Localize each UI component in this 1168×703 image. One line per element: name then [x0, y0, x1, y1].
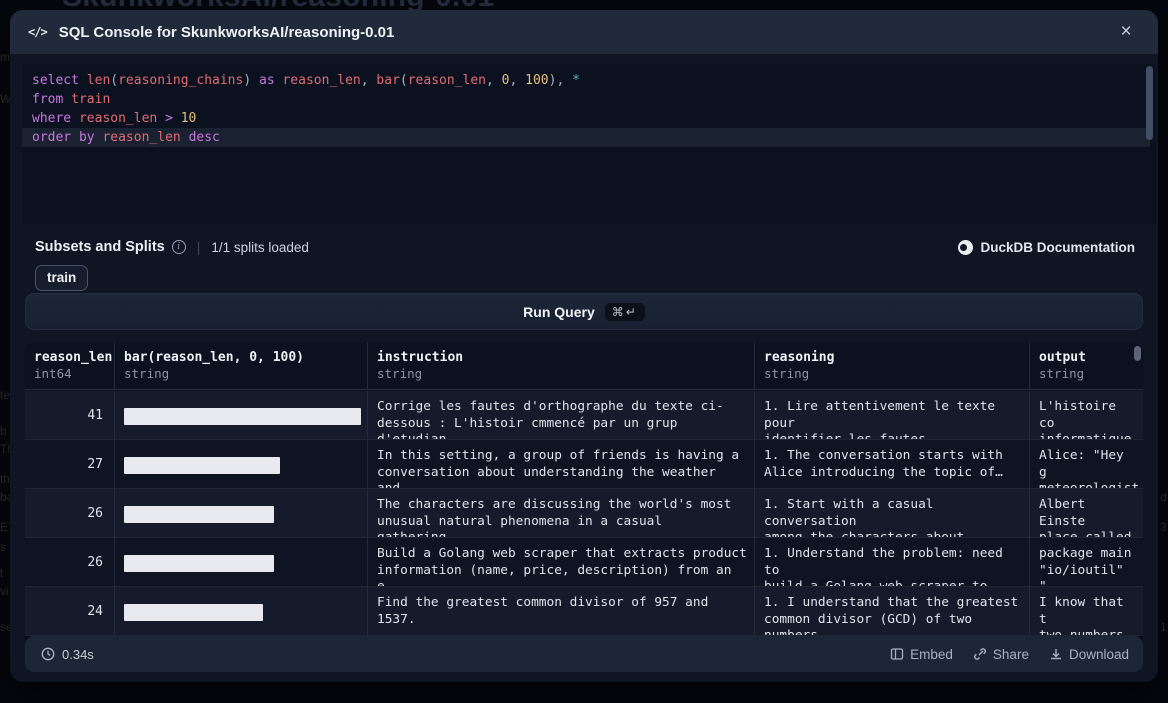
footer-actions: Embed Share Download	[890, 647, 1129, 662]
table-cell: Corrige les fautes d'orthographe du text…	[368, 391, 755, 439]
table-cell: Find the greatest common divisor of 957 …	[368, 587, 755, 635]
sql-console-modal: </> SQL Console for SkunkworksAI/reasoni…	[10, 10, 1158, 682]
background-fragment: b	[0, 424, 7, 438]
modal-title: SQL Console for SkunkworksAI/reasoning-0…	[59, 24, 395, 41]
table-body: 41 Corrige les fautes d'orthographe du te…	[25, 391, 1143, 636]
bar-visualization	[124, 555, 274, 572]
share-icon	[973, 647, 987, 661]
table-vertical-scrollbar[interactable]	[1134, 346, 1141, 390]
table-row: 26 The characters are discussing the worl…	[25, 489, 1143, 538]
clock-icon	[41, 647, 55, 661]
subsets-and-splits-row: Subsets and Splits i | 1/1 splits loaded…	[35, 237, 1135, 257]
results-table: reason_lenint64bar(reason_len, 0, 100)st…	[25, 343, 1143, 647]
background-fragment: d	[1160, 490, 1167, 504]
table-cell: In this setting, a group of friends is h…	[368, 440, 755, 488]
table-row: 24 Find the greatest common divisor of 95…	[25, 587, 1143, 636]
column-header-output: outputstring	[1030, 343, 1142, 389]
table-cell: Build a Golang web scraper that extracts…	[368, 538, 755, 586]
column-header-reason-len: reason_lenint64	[25, 343, 115, 389]
editor-scrollbar[interactable]	[1146, 66, 1153, 218]
table-row: 41 Corrige les fautes d'orthographe du te…	[25, 391, 1143, 440]
table-cell	[115, 391, 368, 439]
table-cell: The characters are discussing the world'…	[368, 489, 755, 537]
column-header-reasoning: reasoningstring	[755, 343, 1030, 389]
column-header-bar-reason-len-0-100-: bar(reason_len, 0, 100)string	[115, 343, 368, 389]
table-cell: 1. Start with a casual conversation amon…	[755, 489, 1030, 537]
background-fragment: 1	[1160, 620, 1167, 634]
embed-button[interactable]: Embed	[890, 647, 953, 662]
editor-scrollbar-thumb[interactable]	[1146, 66, 1153, 140]
table-cell: 27	[25, 440, 115, 488]
table-header-row: reason_lenint64bar(reason_len, 0, 100)st…	[25, 343, 1143, 390]
keyboard-shortcut-badge: ⌘↵	[605, 303, 645, 321]
close-icon[interactable]: ×	[1114, 20, 1138, 44]
info-icon[interactable]: i	[172, 240, 186, 254]
table-vertical-scrollbar-thumb[interactable]	[1134, 346, 1141, 361]
table-cell: I know that t two numbers i	[1030, 587, 1142, 635]
table-row: 27 In this setting, a group of friends is…	[25, 440, 1143, 489]
modal-header: </> SQL Console for SkunkworksAI/reasoni…	[10, 10, 1158, 54]
bar-visualization	[124, 506, 274, 523]
sql-editor-lines: select len(reasoning_chains) as reason_l…	[32, 71, 1142, 147]
modal-footer: 0.34s Embed Share Download	[25, 636, 1143, 672]
download-button[interactable]: Download	[1049, 647, 1129, 662]
table-cell: 1. Lire attentivement le texte pour iden…	[755, 391, 1030, 439]
code-line: where reason_len > 10	[32, 109, 1142, 128]
background-fragment: vi	[0, 584, 9, 598]
table-cell	[115, 587, 368, 635]
divider: |	[197, 239, 201, 255]
table-cell: Alice: "Hey g meteorologist	[1030, 440, 1142, 488]
table-cell: 26	[25, 538, 115, 586]
code-icon: </>	[28, 25, 47, 39]
background-fragment: t	[0, 566, 3, 580]
table-cell: 24	[25, 587, 115, 635]
background-fragment: te	[0, 388, 10, 402]
table-cell: 1. The conversation starts with Alice in…	[755, 440, 1030, 488]
code-line: order by reason_len desc	[22, 128, 1150, 147]
table-cell	[115, 489, 368, 537]
table-cell	[115, 440, 368, 488]
table-cell: 41	[25, 391, 115, 439]
download-icon	[1049, 647, 1063, 661]
share-button[interactable]: Share	[973, 647, 1029, 662]
bar-visualization	[124, 604, 263, 621]
code-line: from train	[32, 90, 1142, 109]
table-cell: 26	[25, 489, 115, 537]
bar-visualization	[124, 457, 280, 474]
query-elapsed-time: 0.34s	[41, 647, 94, 662]
bar-visualization	[124, 408, 361, 425]
background-fragment: s	[0, 540, 6, 554]
run-query-button[interactable]: Run Query ⌘↵	[25, 293, 1143, 330]
embed-icon	[890, 647, 904, 661]
table-cell: 1. I understand that the greatest common…	[755, 587, 1030, 635]
table-cell: Albert Einste place called	[1030, 489, 1142, 537]
table-cell: package main "io/ioutil" "	[1030, 538, 1142, 586]
table-cell: 1. Understand the problem: need to build…	[755, 538, 1030, 586]
duckdb-documentation-link[interactable]: DuckDB Documentation	[958, 240, 1135, 255]
column-header-instruction: instructionstring	[368, 343, 755, 389]
duckdb-icon	[958, 240, 973, 255]
sql-editor[interactable]: select len(reasoning_chains) as reason_l…	[22, 64, 1156, 224]
splits-loaded-status: 1/1 splits loaded	[211, 240, 309, 255]
split-chip-train[interactable]: train	[35, 265, 88, 291]
table-row: 26 Build a Golang web scraper that extrac…	[25, 538, 1143, 587]
background-fragment: 3	[1160, 520, 1167, 534]
subsets-label: Subsets and Splits	[35, 239, 165, 255]
table-cell: L'histoire co informatique	[1030, 391, 1142, 439]
background-fragment: m	[0, 50, 10, 64]
code-line: select len(reasoning_chains) as reason_l…	[32, 71, 1142, 90]
table-cell	[115, 538, 368, 586]
